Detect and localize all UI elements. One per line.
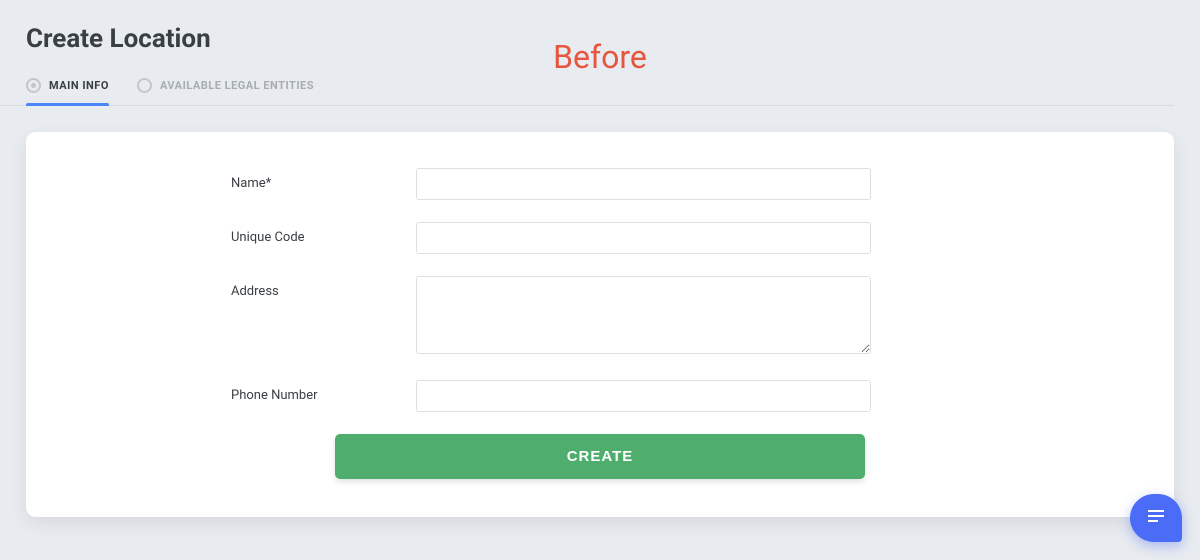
radio-checked-icon <box>26 78 41 93</box>
create-button[interactable]: CREATE <box>335 434 865 479</box>
before-annotation: Before <box>553 38 647 76</box>
unique-code-label: Unique Code <box>86 222 416 245</box>
form-row-name: Name* <box>86 168 1114 200</box>
chat-icon <box>1144 506 1168 530</box>
form-row-unique-code: Unique Code <box>86 222 1114 254</box>
form-row-address: Address <box>86 276 1114 354</box>
phone-label: Phone Number <box>86 380 416 403</box>
radio-unchecked-icon <box>137 78 152 93</box>
tab-main-info[interactable]: MAIN INFO <box>26 78 109 105</box>
address-textarea[interactable] <box>416 276 871 354</box>
unique-code-input[interactable] <box>416 222 871 254</box>
tab-label: AVAILABLE LEGAL ENTITIES <box>160 79 314 92</box>
form-card: Name* Unique Code Address Phone Number C… <box>26 132 1174 517</box>
name-label: Name* <box>86 168 416 191</box>
name-input[interactable] <box>416 168 871 200</box>
address-label: Address <box>86 276 416 299</box>
form-row-phone: Phone Number <box>86 380 1114 412</box>
phone-input[interactable] <box>416 380 871 412</box>
tab-label: MAIN INFO <box>49 79 109 92</box>
chat-button[interactable] <box>1130 494 1182 542</box>
tab-available-legal-entities[interactable]: AVAILABLE LEGAL ENTITIES <box>137 78 314 105</box>
